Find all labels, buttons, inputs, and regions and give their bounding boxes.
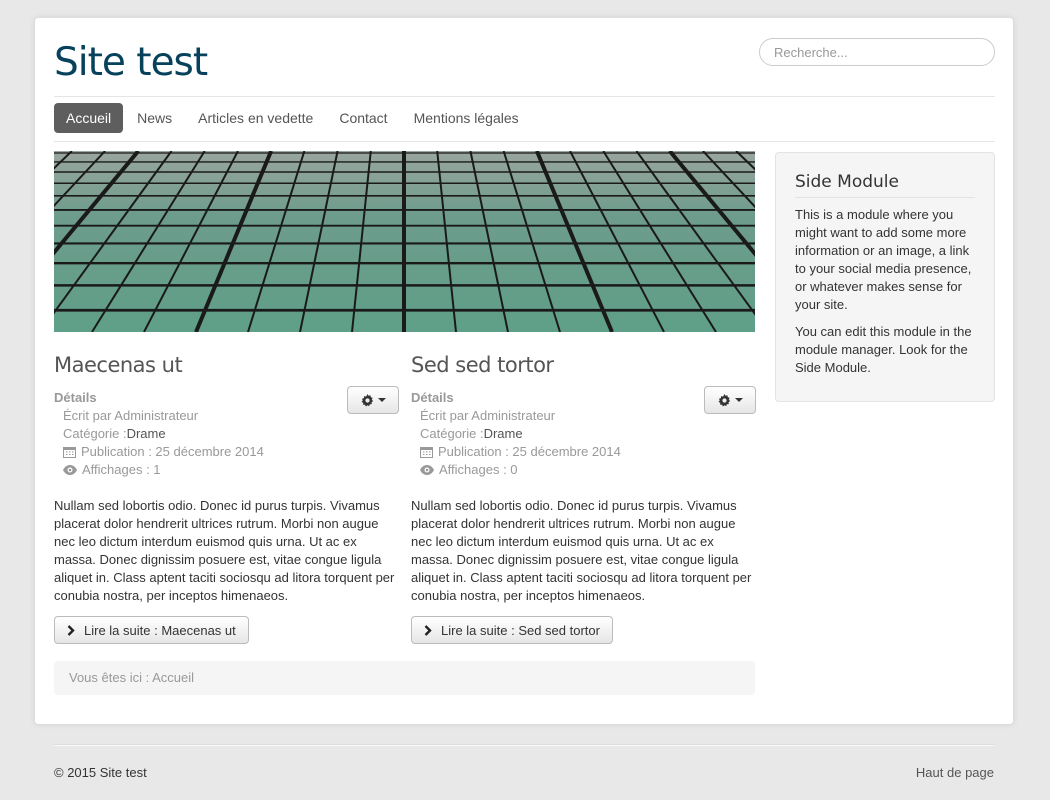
article-title[interactable]: Sed sed tortor [411,351,756,379]
calendar-icon [63,447,76,458]
article-hits: Affichages : 0 [411,461,756,479]
breadcrumb-current: Accueil [152,670,195,685]
header-divider [54,96,995,97]
footer-divider [54,744,994,746]
category-label: Catégorie : [420,426,484,441]
nav-divider [54,141,995,142]
article-body: Nullam sed lobortis odio. Donec id purus… [54,498,395,603]
back-to-top-link[interactable]: Haut de page [916,765,994,780]
side-module-text: You can edit this module in the module m… [795,324,972,375]
nav-item-contact[interactable]: Contact [327,103,399,133]
article-category: Catégorie : Drame [411,425,756,443]
site-title[interactable]: Site test [54,40,208,86]
gear-icon [360,393,373,407]
chevron-down-icon [734,398,743,402]
footer-copyright: © 2015 Site test [54,765,147,780]
read-more-label: Lire la suite : Sed sed tortor [441,622,600,638]
article-tools-button[interactable] [704,386,756,414]
eye-icon [63,465,77,475]
side-module-text: This is a module where you might want to… [795,207,972,312]
read-more-label: Lire la suite : Maecenas ut [84,622,236,638]
main-nav: Accueil News Articles en vedette Contact… [54,103,533,133]
article-body: Nullam sed lobortis odio. Donec id purus… [411,498,752,603]
published-date: Publication : 25 décembre 2014 [81,444,264,459]
article-card: Maecenas ut Détails Écrit par Administra… [54,351,399,644]
article-tools-button[interactable] [347,386,399,414]
article-category: Catégorie : Drame [54,425,399,443]
nav-item-articles-en-vedette[interactable]: Articles en vedette [186,103,325,133]
breadcrumb-prefix: Vous êtes ici : [69,670,153,685]
nav-item-news[interactable]: News [125,103,184,133]
category-link[interactable]: Drame [484,425,523,443]
side-module-title: Side Module [795,171,975,198]
article-card: Sed sed tortor Détails Écrit par Adminis… [411,351,756,644]
calendar-icon [420,447,433,458]
page-container: Site test Accueil News Articles en vedet… [34,17,1014,725]
hits-count: Affichages : 1 [82,462,161,477]
published-date: Publication : 25 décembre 2014 [438,444,621,459]
article-hits: Affichages : 1 [54,461,399,479]
nav-item-accueil[interactable]: Accueil [54,103,124,133]
read-more-button[interactable]: Lire la suite : Maecenas ut [54,616,249,644]
breadcrumb: Vous êtes ici : Accueil [54,661,755,695]
chevron-right-icon [67,624,75,636]
category-label: Catégorie : [63,426,127,441]
hits-count: Affichages : 0 [439,462,518,477]
chevron-right-icon [424,624,432,636]
article-published: Publication : 25 décembre 2014 [54,443,399,461]
banner-image [54,151,755,332]
read-more-button[interactable]: Lire la suite : Sed sed tortor [411,616,613,644]
gear-icon [717,393,730,407]
article-published: Publication : 25 décembre 2014 [411,443,756,461]
search-input[interactable] [759,38,995,66]
side-module: Side Module This is a module where you m… [775,152,995,402]
eye-icon [420,465,434,475]
article-title[interactable]: Maecenas ut [54,351,399,379]
category-link[interactable]: Drame [127,425,166,443]
chevron-down-icon [377,398,386,402]
nav-item-mentions-legales[interactable]: Mentions légales [402,103,531,133]
